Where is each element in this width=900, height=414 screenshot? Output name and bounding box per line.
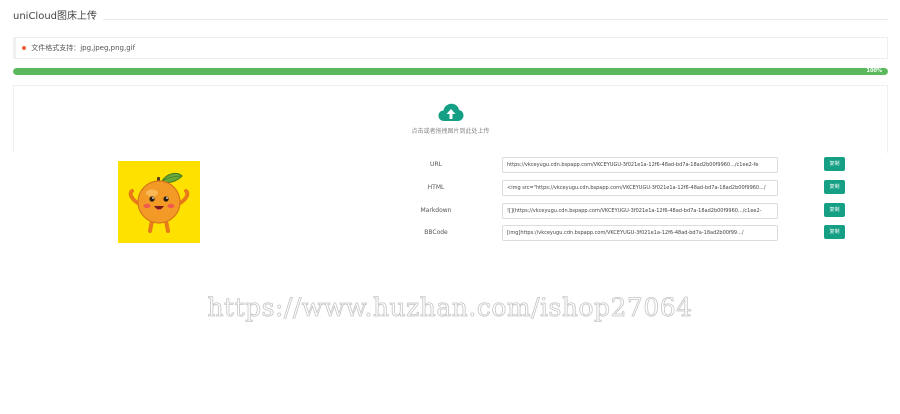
header-divider <box>13 19 888 20</box>
page-title: uniCloud图床上传 <box>13 10 104 24</box>
link-label: Markdown <box>420 207 452 214</box>
markdown-link-field[interactable] <box>502 203 778 219</box>
link-label: BBCode <box>424 229 448 236</box>
link-row-bbcode: BBCode 复制 <box>410 225 850 241</box>
copy-bbcode-button[interactable]: 复制 <box>824 225 845 239</box>
upload-page: uniCloud图床上传 文件格式支持：jpg,jpeg,png,gif 100… <box>0 0 900 414</box>
cloud-upload-icon <box>438 103 464 121</box>
html-link-field[interactable] <box>502 180 778 196</box>
watermark-text: https://www.huzhan.com/ishop27064 <box>207 293 693 323</box>
copy-html-button[interactable]: 复制 <box>824 180 845 194</box>
link-row-markdown: Markdown 复制 <box>410 203 850 219</box>
notice-dot-icon <box>22 45 26 50</box>
link-row-html: HTML 复制 <box>410 180 850 196</box>
url-link-field[interactable] <box>502 157 778 173</box>
bbcode-link-field[interactable] <box>502 225 778 241</box>
copy-markdown-button[interactable]: 复制 <box>824 203 845 217</box>
dropzone-hint: 点击或者拖拽图片到此处上传 <box>411 128 490 135</box>
page-header: uniCloud图床上传 <box>13 10 888 24</box>
link-row-url: URL 复制 <box>410 157 850 173</box>
format-notice: 文件格式支持：jpg,jpeg,png,gif <box>13 37 888 59</box>
upload-progress-bar: 100% <box>13 68 888 75</box>
copy-url-button[interactable]: 复制 <box>824 157 845 171</box>
uploaded-image-preview <box>118 161 200 243</box>
progress-label: 100% <box>866 68 882 74</box>
link-label: HTML <box>427 184 445 191</box>
orange-mascot-image <box>128 172 190 233</box>
link-label: URL <box>430 161 442 168</box>
progress-fill: 100% <box>13 68 888 75</box>
notice-text: 文件格式支持：jpg,jpeg,png,gif <box>31 44 136 52</box>
upload-dropzone[interactable]: 点击或者拖拽图片到此处上传 <box>13 85 888 153</box>
